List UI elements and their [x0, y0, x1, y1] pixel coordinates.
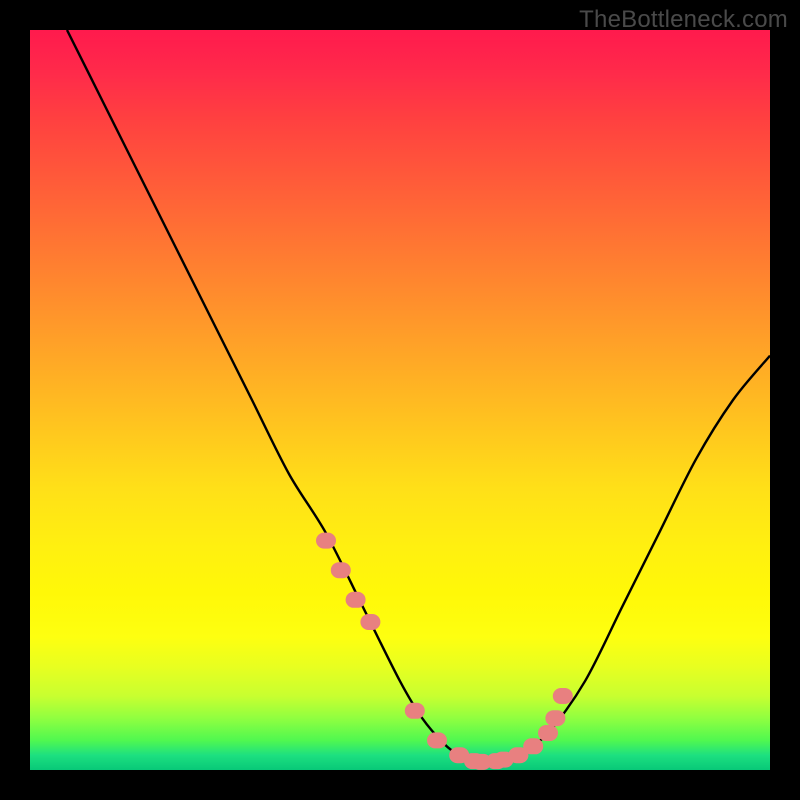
curve-marker	[316, 533, 336, 549]
curve-marker	[538, 725, 558, 741]
plot-area	[30, 30, 770, 770]
bottleneck-curve	[67, 30, 770, 763]
curve-marker	[360, 614, 380, 630]
curve-marker	[346, 592, 366, 608]
curve-marker	[331, 562, 351, 578]
curve-layer	[30, 30, 770, 770]
curve-marker	[405, 703, 425, 719]
curve-marker	[427, 732, 447, 748]
curve-marker	[553, 688, 573, 704]
chart-frame: TheBottleneck.com	[0, 0, 800, 800]
curve-marker	[523, 738, 543, 754]
curve-marker	[545, 710, 565, 726]
marker-group	[316, 533, 573, 770]
